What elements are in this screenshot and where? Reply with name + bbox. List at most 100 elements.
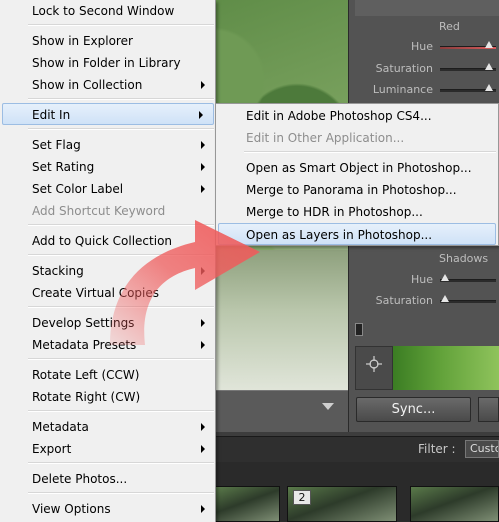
saturation-slider-thumb[interactable] (485, 63, 493, 70)
menu-item-label: Show in Folder in Library (32, 56, 181, 70)
menu-item-label: Metadata (32, 420, 89, 434)
shadows-saturation-slider-thumb[interactable] (441, 295, 449, 302)
menu-item-set-rating[interactable]: Set Rating (0, 156, 215, 178)
submenu-item-label: Edit in Other Application... (246, 131, 405, 145)
filter-bar (215, 436, 499, 462)
menu-item-add-shortcut-keyword: Add Shortcut Keyword (0, 200, 215, 222)
filter-label: Filter : (418, 442, 456, 456)
menu-item-export[interactable]: Export (0, 438, 215, 460)
menu-item-stacking[interactable]: Stacking (0, 260, 215, 282)
menu-separator (28, 254, 214, 256)
menu-item-label: Rotate Left (CCW) (32, 368, 140, 382)
menu-item-label: Create Virtual Copies (32, 286, 160, 300)
menu-separator (28, 462, 214, 464)
submenu-item-label: Open as Layers in Photoshop... (246, 228, 433, 242)
menu-separator (28, 224, 214, 226)
crosshair-icon[interactable] (365, 355, 383, 373)
panel-toggle-square[interactable] (355, 323, 363, 336)
menu-item-set-color-label[interactable]: Set Color Label (0, 178, 215, 200)
menu-item-create-virtual-copies[interactable]: Create Virtual Copies (0, 282, 215, 304)
menu-separator (28, 98, 214, 100)
toolbar-strip (215, 390, 350, 432)
menu-separator (28, 24, 214, 26)
submenu-item-edit-in-photoshop[interactable]: Edit in Adobe Photoshop CS4... (216, 105, 498, 127)
red-heading: Red (439, 20, 460, 33)
submenu-item-edit-in-other-app: Edit in Other Application... (216, 127, 498, 149)
submenu-arrow-icon (201, 445, 205, 453)
filter-select[interactable]: Custo (465, 440, 499, 458)
menu-item-develop-settings[interactable]: Develop Settings (0, 312, 215, 334)
menu-item-show-in-folder[interactable]: Show in Folder in Library (0, 52, 215, 74)
submenu-arrow-icon (201, 141, 205, 149)
filmstrip-thumbnail[interactable] (215, 486, 280, 522)
shadows-heading: Shadows (439, 252, 489, 265)
menu-item-label: Lock to Second Window (32, 4, 175, 18)
submenu-item-label: Merge to HDR in Photoshop... (246, 205, 423, 219)
submenu-arrow-icon (201, 319, 205, 327)
menu-item-view-options[interactable]: View Options (0, 498, 215, 520)
menu-item-label: Add Shortcut Keyword (32, 204, 166, 218)
saturation-label: Saturation (375, 62, 433, 75)
submenu-separator (244, 151, 496, 153)
submenu-arrow-icon (201, 185, 205, 193)
submenu-item-merge-to-hdr[interactable]: Merge to HDR in Photoshop... (216, 201, 498, 223)
thumbnail-badge: 2 (293, 490, 311, 505)
menu-separator (28, 128, 214, 130)
menu-item-rotate-left[interactable]: Rotate Left (CCW) (0, 364, 215, 386)
submenu-arrow-icon (201, 341, 205, 349)
menu-item-label: Develop Settings (32, 316, 135, 330)
submenu-arrow-icon (199, 111, 203, 119)
menu-item-delete-photos[interactable]: Delete Photos... (0, 468, 215, 490)
panel-top-strip (355, 0, 499, 16)
menu-item-lock-to-second-window[interactable]: Lock to Second Window (0, 0, 215, 22)
hue-slider-thumb[interactable] (485, 41, 493, 48)
menu-item-label: Set Rating (32, 160, 95, 174)
shadows-hue-slider-thumb[interactable] (441, 274, 449, 281)
edit-in-submenu: Edit in Adobe Photoshop CS4... Edit in O… (215, 103, 499, 246)
submenu-arrow-icon (201, 267, 205, 275)
menu-item-edit-in[interactable]: Edit In (2, 103, 214, 125)
shadows-saturation-label: Saturation (375, 294, 433, 307)
submenu-item-open-as-layers[interactable]: Open as Layers in Photoshop... (218, 223, 496, 245)
luminance-slider-thumb[interactable] (485, 84, 493, 91)
menu-separator (28, 492, 214, 494)
submenu-arrow-icon (201, 81, 205, 89)
submenu-item-label: Merge to Panorama in Photoshop... (246, 183, 457, 197)
menu-item-rotate-right[interactable]: Rotate Right (CW) (0, 386, 215, 408)
menu-item-label: Edit In (32, 108, 71, 122)
menu-item-label: Rotate Right (CW) (32, 390, 141, 404)
menu-item-set-flag[interactable]: Set Flag (0, 134, 215, 156)
menu-separator (28, 410, 214, 412)
menu-item-add-to-quick-collection[interactable]: Add to Quick Collection (0, 230, 215, 252)
submenu-item-label: Edit in Adobe Photoshop CS4... (246, 109, 432, 123)
menu-item-label: Add to Quick Collection (32, 234, 173, 248)
reset-button[interactable] (478, 397, 499, 422)
menu-item-metadata-presets[interactable]: Metadata Presets (0, 334, 215, 356)
luminance-label: Luminance (372, 83, 433, 96)
menu-item-label: Export (32, 442, 72, 456)
submenu-item-label: Open as Smart Object in Photoshop... (246, 161, 472, 175)
menu-item-label: Metadata Presets (32, 338, 137, 352)
submenu-arrow-icon (201, 163, 205, 171)
menu-separator (28, 306, 214, 308)
menu-item-show-in-collection[interactable]: Show in Collection (0, 74, 215, 96)
context-menu: Lock to Second Window Show in Explorer S… (0, 0, 216, 522)
menu-item-label: Delete Photos... (32, 472, 128, 486)
green-color-swatch (393, 346, 499, 390)
toolbar-dropdown-icon[interactable] (322, 403, 334, 410)
menu-item-label: View Options (32, 502, 111, 516)
menu-item-label: Set Color Label (32, 182, 124, 196)
hue-label: Hue (410, 40, 433, 53)
menu-item-label: Stacking (32, 264, 84, 278)
submenu-item-open-as-smart-object[interactable]: Open as Smart Object in Photoshop... (216, 157, 498, 179)
menu-separator (28, 358, 214, 360)
menu-item-show-in-explorer[interactable]: Show in Explorer (0, 30, 215, 52)
menu-item-label: Show in Explorer (32, 34, 133, 48)
menu-item-label: Show in Collection (32, 78, 143, 92)
submenu-item-merge-to-panorama[interactable]: Merge to Panorama in Photoshop... (216, 179, 498, 201)
shadows-hue-label: Hue (410, 273, 433, 286)
menu-item-metadata[interactable]: Metadata (0, 416, 215, 438)
menu-item-label: Set Flag (32, 138, 81, 152)
sync-button[interactable]: Sync... (356, 397, 471, 422)
filmstrip-thumbnail[interactable] (410, 486, 499, 522)
